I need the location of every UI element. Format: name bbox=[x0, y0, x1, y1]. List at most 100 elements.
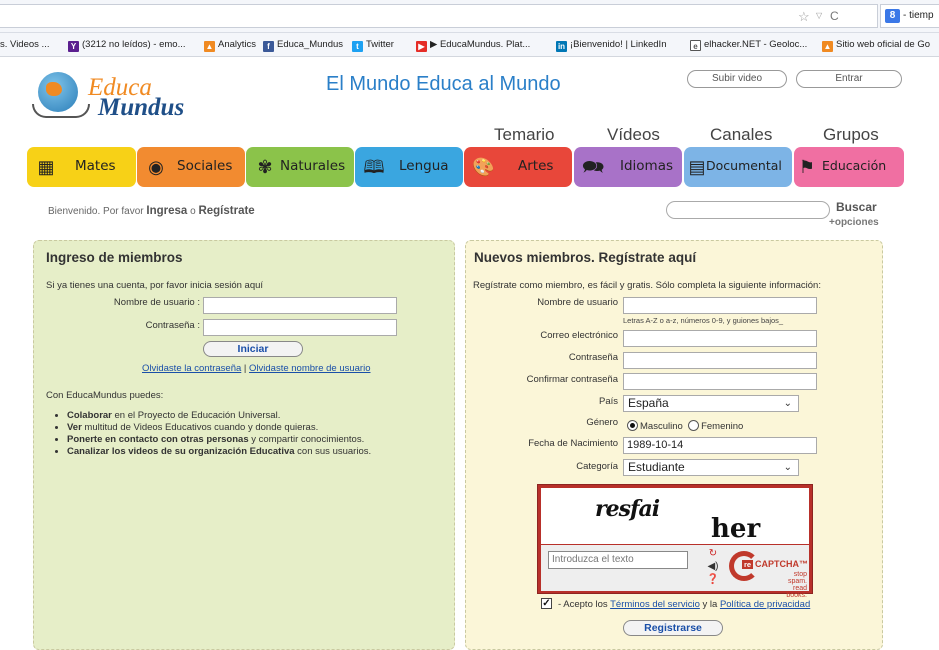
login-link[interactable]: Ingresa bbox=[146, 205, 187, 217]
register-submit-button[interactable]: Registrarse bbox=[623, 620, 723, 636]
bookmark-official-site[interactable]: ▲ Sitio web oficial de Go bbox=[822, 39, 930, 52]
username-label: Nombre de usuario : bbox=[113, 297, 200, 308]
category-label: Naturales bbox=[280, 158, 346, 174]
features-list: Colaborar en el Proyecto de Educación Un… bbox=[67, 410, 371, 458]
category-label: Lengua bbox=[399, 158, 449, 174]
category-select[interactable]: Estudiante ⌄ bbox=[623, 459, 799, 476]
login-button[interactable]: Entrar bbox=[796, 70, 902, 88]
analytics-icon: ▲ bbox=[204, 41, 215, 52]
bookmark-elhacker[interactable]: e elhacker.NET - Geoloc... bbox=[690, 39, 807, 51]
refresh-icon[interactable]: ↻ bbox=[703, 547, 723, 560]
email-field[interactable] bbox=[623, 330, 817, 347]
confirm-password-input[interactable] bbox=[623, 373, 817, 390]
bookmark-analytics[interactable]: ▲ Analytics bbox=[204, 39, 256, 52]
list-item: Colaborar en el Proyecto de Educación Un… bbox=[67, 410, 371, 421]
register-link[interactable]: Regístrate bbox=[198, 205, 254, 217]
confirm-password-label: Confirmar contraseña bbox=[526, 374, 618, 385]
register-intro: Regístrate como miembro, es fácil y grat… bbox=[473, 280, 821, 291]
country-select[interactable]: España ⌄ bbox=[623, 395, 799, 412]
bookmark-yahoo-mail[interactable]: Y (3212 no leídos) - emo... bbox=[68, 39, 186, 52]
category-tab-mates[interactable]: ▦ Mates bbox=[27, 147, 136, 187]
category-tab-artes[interactable]: 🎨 Artes bbox=[464, 147, 572, 187]
category-label: Documental bbox=[706, 158, 782, 173]
login-username-input[interactable] bbox=[203, 297, 397, 314]
book-icon bbox=[32, 104, 90, 118]
browser-search-text: - tiemp bbox=[903, 10, 934, 21]
accept-terms-text: - Acepto los Términos del servicio y la … bbox=[558, 599, 811, 610]
list-item: Ver multitud de Videos Educativos cuando… bbox=[67, 422, 371, 433]
nav-videos[interactable]: Vídeos bbox=[607, 125, 660, 145]
search-button[interactable]: Buscar bbox=[836, 200, 877, 214]
category-tab-sociales[interactable]: ◉ Sociales bbox=[137, 147, 245, 187]
audio-icon[interactable]: ◀) bbox=[703, 560, 723, 573]
category-tab-idiomas[interactable]: 🗪 Idiomas bbox=[574, 147, 682, 187]
nav-grupos[interactable]: Grupos bbox=[823, 125, 879, 145]
terms-link[interactable]: Términos del servicio bbox=[610, 599, 700, 610]
open-book-icon: 🕮 bbox=[363, 157, 385, 177]
bookmark-star-icon[interactable]: ☆ bbox=[798, 9, 810, 25]
site-logo[interactable]: Educa Mundus bbox=[32, 70, 192, 130]
captcha-input[interactable]: Introduzca el texto bbox=[548, 551, 688, 569]
reg-password-input[interactable] bbox=[623, 352, 817, 369]
forgot-password-link[interactable]: Olvidaste la contraseña bbox=[142, 363, 241, 374]
category-tab-educacion[interactable]: ⚑ Educación bbox=[794, 147, 904, 187]
nav-canales[interactable]: Canales bbox=[710, 125, 772, 145]
bookmarks-bar: s. Videos ... Y (3212 no leídos) - emo...… bbox=[0, 33, 939, 57]
bookmark-videos[interactable]: s. Videos ... bbox=[0, 39, 49, 50]
chevron-down-icon: ⌄ bbox=[783, 398, 792, 409]
reg-username-label: Nombre de usuario bbox=[537, 297, 618, 308]
privacy-link[interactable]: Política de privacidad bbox=[720, 599, 810, 610]
gender-options: Masculino Femenino bbox=[627, 420, 743, 432]
more-options-link[interactable]: +opciones bbox=[829, 217, 879, 228]
password-label: Contraseña : bbox=[145, 320, 200, 331]
reg-username-input[interactable] bbox=[623, 297, 817, 314]
bookmark-youtube[interactable]: ▶ ▶ EducaMundus. Plat... bbox=[416, 39, 530, 52]
category-label: Educación bbox=[822, 158, 887, 173]
reload-icon[interactable]: C bbox=[830, 9, 839, 23]
calculator-icon: ▦ bbox=[37, 157, 55, 177]
birthdate-label: Fecha de Nacimiento bbox=[528, 438, 618, 449]
forgot-links: Olvidaste la contraseña | Olvidaste nomb… bbox=[142, 363, 371, 374]
email-label: Correo electrónico bbox=[540, 330, 618, 341]
palette-icon: 🎨 bbox=[472, 157, 495, 177]
category-tab-documental[interactable]: ▤ Documental bbox=[684, 147, 792, 187]
dropdown-arrow-icon[interactable]: ▽ bbox=[816, 11, 822, 20]
gender-label: Género bbox=[586, 417, 618, 428]
browser-search-box[interactable]: 8 - tiemp bbox=[880, 4, 939, 28]
recaptcha-logo: re CAPTCHA™ stop spam. read books. bbox=[729, 549, 808, 599]
upload-video-button[interactable]: Subir video bbox=[687, 70, 787, 88]
birthdate-input[interactable]: 1989-10-14 bbox=[623, 437, 817, 454]
bookmark-twitter[interactable]: t Twitter bbox=[352, 39, 394, 52]
bookmark-facebook[interactable]: f Educa_Mundus bbox=[263, 39, 343, 52]
category-label: Categoría bbox=[576, 461, 618, 472]
chevron-down-icon: ⌄ bbox=[783, 462, 792, 473]
nav-temario[interactable]: Temario bbox=[494, 125, 554, 145]
youtube-icon: ▶ bbox=[416, 41, 427, 52]
search-input[interactable] bbox=[666, 201, 830, 219]
category-label: Artes bbox=[518, 158, 554, 174]
recaptcha-widget: resfai her Introduzca el texto ↻ ◀) ❓ re… bbox=[537, 484, 813, 599]
bookmark-linkedin[interactable]: in ¡Bienvenido! | LinkedIn bbox=[556, 39, 666, 52]
country-label: País bbox=[598, 396, 618, 407]
category-tab-lengua[interactable]: 🕮 Lengua bbox=[355, 147, 463, 187]
globe-icon: ◉ bbox=[148, 157, 164, 177]
linkedin-icon: in bbox=[556, 41, 567, 52]
site-title: El Mundo Educa al Mundo bbox=[326, 73, 561, 95]
google-search-icon[interactable]: 8 bbox=[885, 9, 900, 23]
accept-terms-checkbox[interactable]: ✓ bbox=[541, 598, 552, 609]
gender-female-radio[interactable] bbox=[688, 420, 700, 431]
logo-text-mundus: Mundus bbox=[98, 94, 185, 121]
login-panel-title: Ingreso de miembros bbox=[46, 250, 183, 265]
login-password-input[interactable] bbox=[203, 319, 397, 336]
category-label: Sociales bbox=[177, 158, 233, 174]
twitter-icon: t bbox=[352, 41, 363, 52]
features-title: Con EducaMundus puedes: bbox=[46, 390, 164, 401]
address-bar[interactable] bbox=[0, 4, 878, 28]
category-tab-naturales[interactable]: ✾ Naturales bbox=[246, 147, 354, 187]
translate-icon: 🗪 bbox=[582, 157, 605, 177]
forgot-username-link[interactable]: Olvidaste nombre de usuario bbox=[249, 363, 370, 374]
login-submit-button[interactable]: Iniciar bbox=[203, 341, 303, 357]
login-intro: Si ya tienes una cuenta, por favor inici… bbox=[46, 280, 264, 291]
gender-male-radio[interactable] bbox=[627, 420, 638, 431]
help-icon[interactable]: ❓ bbox=[703, 573, 723, 586]
